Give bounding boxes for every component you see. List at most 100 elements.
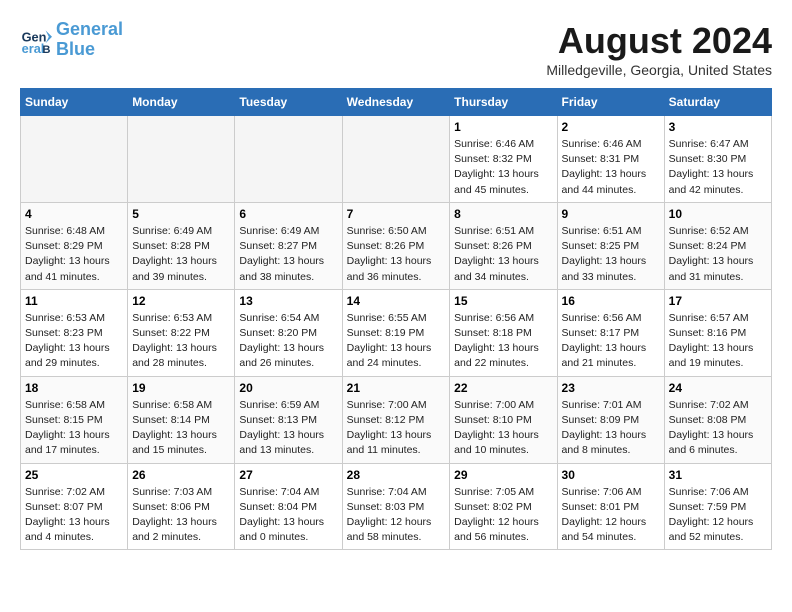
weekday-header: Wednesday xyxy=(342,89,450,116)
day-info: Sunrise: 7:03 AM Sunset: 8:06 PM Dayligh… xyxy=(132,485,230,546)
calendar-cell: 26 Sunrise: 7:03 AM Sunset: 8:06 PM Dayli… xyxy=(128,463,235,550)
day-number: 27 xyxy=(239,468,337,482)
day-info: Sunrise: 6:55 AM Sunset: 8:19 PM Dayligh… xyxy=(347,311,446,372)
calendar-cell: 13Sunrise: 6:54 AM Sunset: 8:20 PM Dayli… xyxy=(235,289,342,376)
day-number: 21 xyxy=(347,381,446,395)
day-number: 15 xyxy=(454,294,552,308)
svg-text:B: B xyxy=(42,44,50,56)
day-info: Sunrise: 7:05 AM Sunset: 8:02 PM Dayligh… xyxy=(454,485,552,546)
calendar-cell: 4 Sunrise: 6:48 AM Sunset: 8:29 PM Daylig… xyxy=(21,202,128,289)
day-number: 16 xyxy=(562,294,660,308)
calendar-week-row: 11Sunrise: 6:53 AM Sunset: 8:23 PM Dayli… xyxy=(21,289,772,376)
calendar-cell: 10Sunrise: 6:52 AM Sunset: 8:24 PM Dayli… xyxy=(664,202,771,289)
day-number: 25 xyxy=(25,468,123,482)
calendar-cell: 9 Sunrise: 6:51 AM Sunset: 8:25 PM Daylig… xyxy=(557,202,664,289)
location: Milledgeville, Georgia, United States xyxy=(546,62,772,78)
calendar-cell xyxy=(235,116,342,203)
day-number: 19 xyxy=(132,381,230,395)
calendar-cell: 27 Sunrise: 7:04 AM Sunset: 8:04 PM Dayli… xyxy=(235,463,342,550)
page-header: Gen eral B General Blue August 2024 Mill… xyxy=(20,20,772,78)
calendar-cell: 11Sunrise: 6:53 AM Sunset: 8:23 PM Dayli… xyxy=(21,289,128,376)
calendar-week-row: 25 Sunrise: 7:02 AM Sunset: 8:07 PM Dayli… xyxy=(21,463,772,550)
day-info: Sunrise: 6:53 AM Sunset: 8:22 PM Dayligh… xyxy=(132,311,230,372)
calendar-cell: 22 Sunrise: 7:00 AM Sunset: 8:10 PM Dayli… xyxy=(450,376,557,463)
calendar-table: SundayMondayTuesdayWednesdayThursdayFrid… xyxy=(20,88,772,550)
day-number: 9 xyxy=(562,207,660,221)
day-info: Sunrise: 6:50 AM Sunset: 8:26 PM Dayligh… xyxy=(347,224,446,285)
calendar-cell: 6 Sunrise: 6:49 AM Sunset: 8:27 PM Daylig… xyxy=(235,202,342,289)
day-number: 11 xyxy=(25,294,123,308)
calendar-cell: 29 Sunrise: 7:05 AM Sunset: 8:02 PM Dayli… xyxy=(450,463,557,550)
day-number: 22 xyxy=(454,381,552,395)
calendar-cell: 19 Sunrise: 6:58 AM Sunset: 8:14 PM Dayli… xyxy=(128,376,235,463)
logo-icon: Gen eral B xyxy=(20,24,52,56)
day-number: 4 xyxy=(25,207,123,221)
calendar-week-row: 1 Sunrise: 6:46 AM Sunset: 8:32 PM Daylig… xyxy=(21,116,772,203)
calendar-cell: 7 Sunrise: 6:50 AM Sunset: 8:26 PM Daylig… xyxy=(342,202,450,289)
calendar-cell: 5 Sunrise: 6:49 AM Sunset: 8:28 PM Daylig… xyxy=(128,202,235,289)
day-info: Sunrise: 6:46 AM Sunset: 8:32 PM Dayligh… xyxy=(454,137,552,198)
calendar-cell: 18 Sunrise: 6:58 AM Sunset: 8:15 PM Dayli… xyxy=(21,376,128,463)
day-info: Sunrise: 6:58 AM Sunset: 8:15 PM Dayligh… xyxy=(25,398,123,459)
calendar-cell xyxy=(21,116,128,203)
day-info: Sunrise: 6:56 AM Sunset: 8:17 PM Dayligh… xyxy=(562,311,660,372)
day-info: Sunrise: 6:58 AM Sunset: 8:14 PM Dayligh… xyxy=(132,398,230,459)
calendar-cell: 16 Sunrise: 6:56 AM Sunset: 8:17 PM Dayli… xyxy=(557,289,664,376)
day-number: 7 xyxy=(347,207,446,221)
calendar-cell: 15 Sunrise: 6:56 AM Sunset: 8:18 PM Dayli… xyxy=(450,289,557,376)
day-number: 23 xyxy=(562,381,660,395)
day-number: 10 xyxy=(669,207,767,221)
calendar-week-row: 4 Sunrise: 6:48 AM Sunset: 8:29 PM Daylig… xyxy=(21,202,772,289)
day-info: Sunrise: 6:48 AM Sunset: 8:29 PM Dayligh… xyxy=(25,224,123,285)
calendar-cell: 1 Sunrise: 6:46 AM Sunset: 8:32 PM Daylig… xyxy=(450,116,557,203)
logo-line2: Blue xyxy=(56,39,95,59)
day-number: 26 xyxy=(132,468,230,482)
day-info: Sunrise: 6:49 AM Sunset: 8:28 PM Dayligh… xyxy=(132,224,230,285)
calendar-cell: 8Sunrise: 6:51 AM Sunset: 8:26 PM Daylig… xyxy=(450,202,557,289)
calendar-cell: 25 Sunrise: 7:02 AM Sunset: 8:07 PM Dayli… xyxy=(21,463,128,550)
calendar-cell: 30 Sunrise: 7:06 AM Sunset: 8:01 PM Dayli… xyxy=(557,463,664,550)
calendar-cell: 28Sunrise: 7:04 AM Sunset: 8:03 PM Dayli… xyxy=(342,463,450,550)
day-number: 2 xyxy=(562,120,660,134)
day-info: Sunrise: 7:02 AM Sunset: 8:07 PM Dayligh… xyxy=(25,485,123,546)
calendar-cell: 31Sunrise: 7:06 AM Sunset: 7:59 PM Dayli… xyxy=(664,463,771,550)
day-info: Sunrise: 6:51 AM Sunset: 8:25 PM Dayligh… xyxy=(562,224,660,285)
calendar-cell: 17Sunrise: 6:57 AM Sunset: 8:16 PM Dayli… xyxy=(664,289,771,376)
day-number: 30 xyxy=(562,468,660,482)
calendar-cell: 14Sunrise: 6:55 AM Sunset: 8:19 PM Dayli… xyxy=(342,289,450,376)
calendar-week-row: 18 Sunrise: 6:58 AM Sunset: 8:15 PM Dayli… xyxy=(21,376,772,463)
weekday-header-row: SundayMondayTuesdayWednesdayThursdayFrid… xyxy=(21,89,772,116)
weekday-header: Saturday xyxy=(664,89,771,116)
weekday-header: Friday xyxy=(557,89,664,116)
day-info: Sunrise: 6:49 AM Sunset: 8:27 PM Dayligh… xyxy=(239,224,337,285)
day-number: 6 xyxy=(239,207,337,221)
day-number: 24 xyxy=(669,381,767,395)
day-info: Sunrise: 6:47 AM Sunset: 8:30 PM Dayligh… xyxy=(669,137,767,198)
title-block: August 2024 Milledgeville, Georgia, Unit… xyxy=(546,20,772,78)
day-info: Sunrise: 6:56 AM Sunset: 8:18 PM Dayligh… xyxy=(454,311,552,372)
weekday-header: Tuesday xyxy=(235,89,342,116)
day-number: 12 xyxy=(132,294,230,308)
logo: Gen eral B General Blue xyxy=(20,20,123,60)
day-info: Sunrise: 7:06 AM Sunset: 7:59 PM Dayligh… xyxy=(669,485,767,546)
day-info: Sunrise: 7:06 AM Sunset: 8:01 PM Dayligh… xyxy=(562,485,660,546)
day-number: 18 xyxy=(25,381,123,395)
weekday-header: Monday xyxy=(128,89,235,116)
svg-text:eral: eral xyxy=(22,41,45,56)
day-info: Sunrise: 6:57 AM Sunset: 8:16 PM Dayligh… xyxy=(669,311,767,372)
day-info: Sunrise: 7:04 AM Sunset: 8:04 PM Dayligh… xyxy=(239,485,337,546)
logo-text: General Blue xyxy=(56,20,123,60)
day-info: Sunrise: 7:00 AM Sunset: 8:10 PM Dayligh… xyxy=(454,398,552,459)
calendar-cell: 12 Sunrise: 6:53 AM Sunset: 8:22 PM Dayli… xyxy=(128,289,235,376)
day-info: Sunrise: 7:00 AM Sunset: 8:12 PM Dayligh… xyxy=(347,398,446,459)
day-number: 5 xyxy=(132,207,230,221)
calendar-cell: 23Sunrise: 7:01 AM Sunset: 8:09 PM Dayli… xyxy=(557,376,664,463)
calendar-cell: 24 Sunrise: 7:02 AM Sunset: 8:08 PM Dayli… xyxy=(664,376,771,463)
day-info: Sunrise: 7:02 AM Sunset: 8:08 PM Dayligh… xyxy=(669,398,767,459)
month-year: August 2024 xyxy=(546,20,772,62)
day-number: 1 xyxy=(454,120,552,134)
day-info: Sunrise: 6:46 AM Sunset: 8:31 PM Dayligh… xyxy=(562,137,660,198)
weekday-header: Thursday xyxy=(450,89,557,116)
day-number: 29 xyxy=(454,468,552,482)
calendar-cell: 2 Sunrise: 6:46 AM Sunset: 8:31 PM Daylig… xyxy=(557,116,664,203)
